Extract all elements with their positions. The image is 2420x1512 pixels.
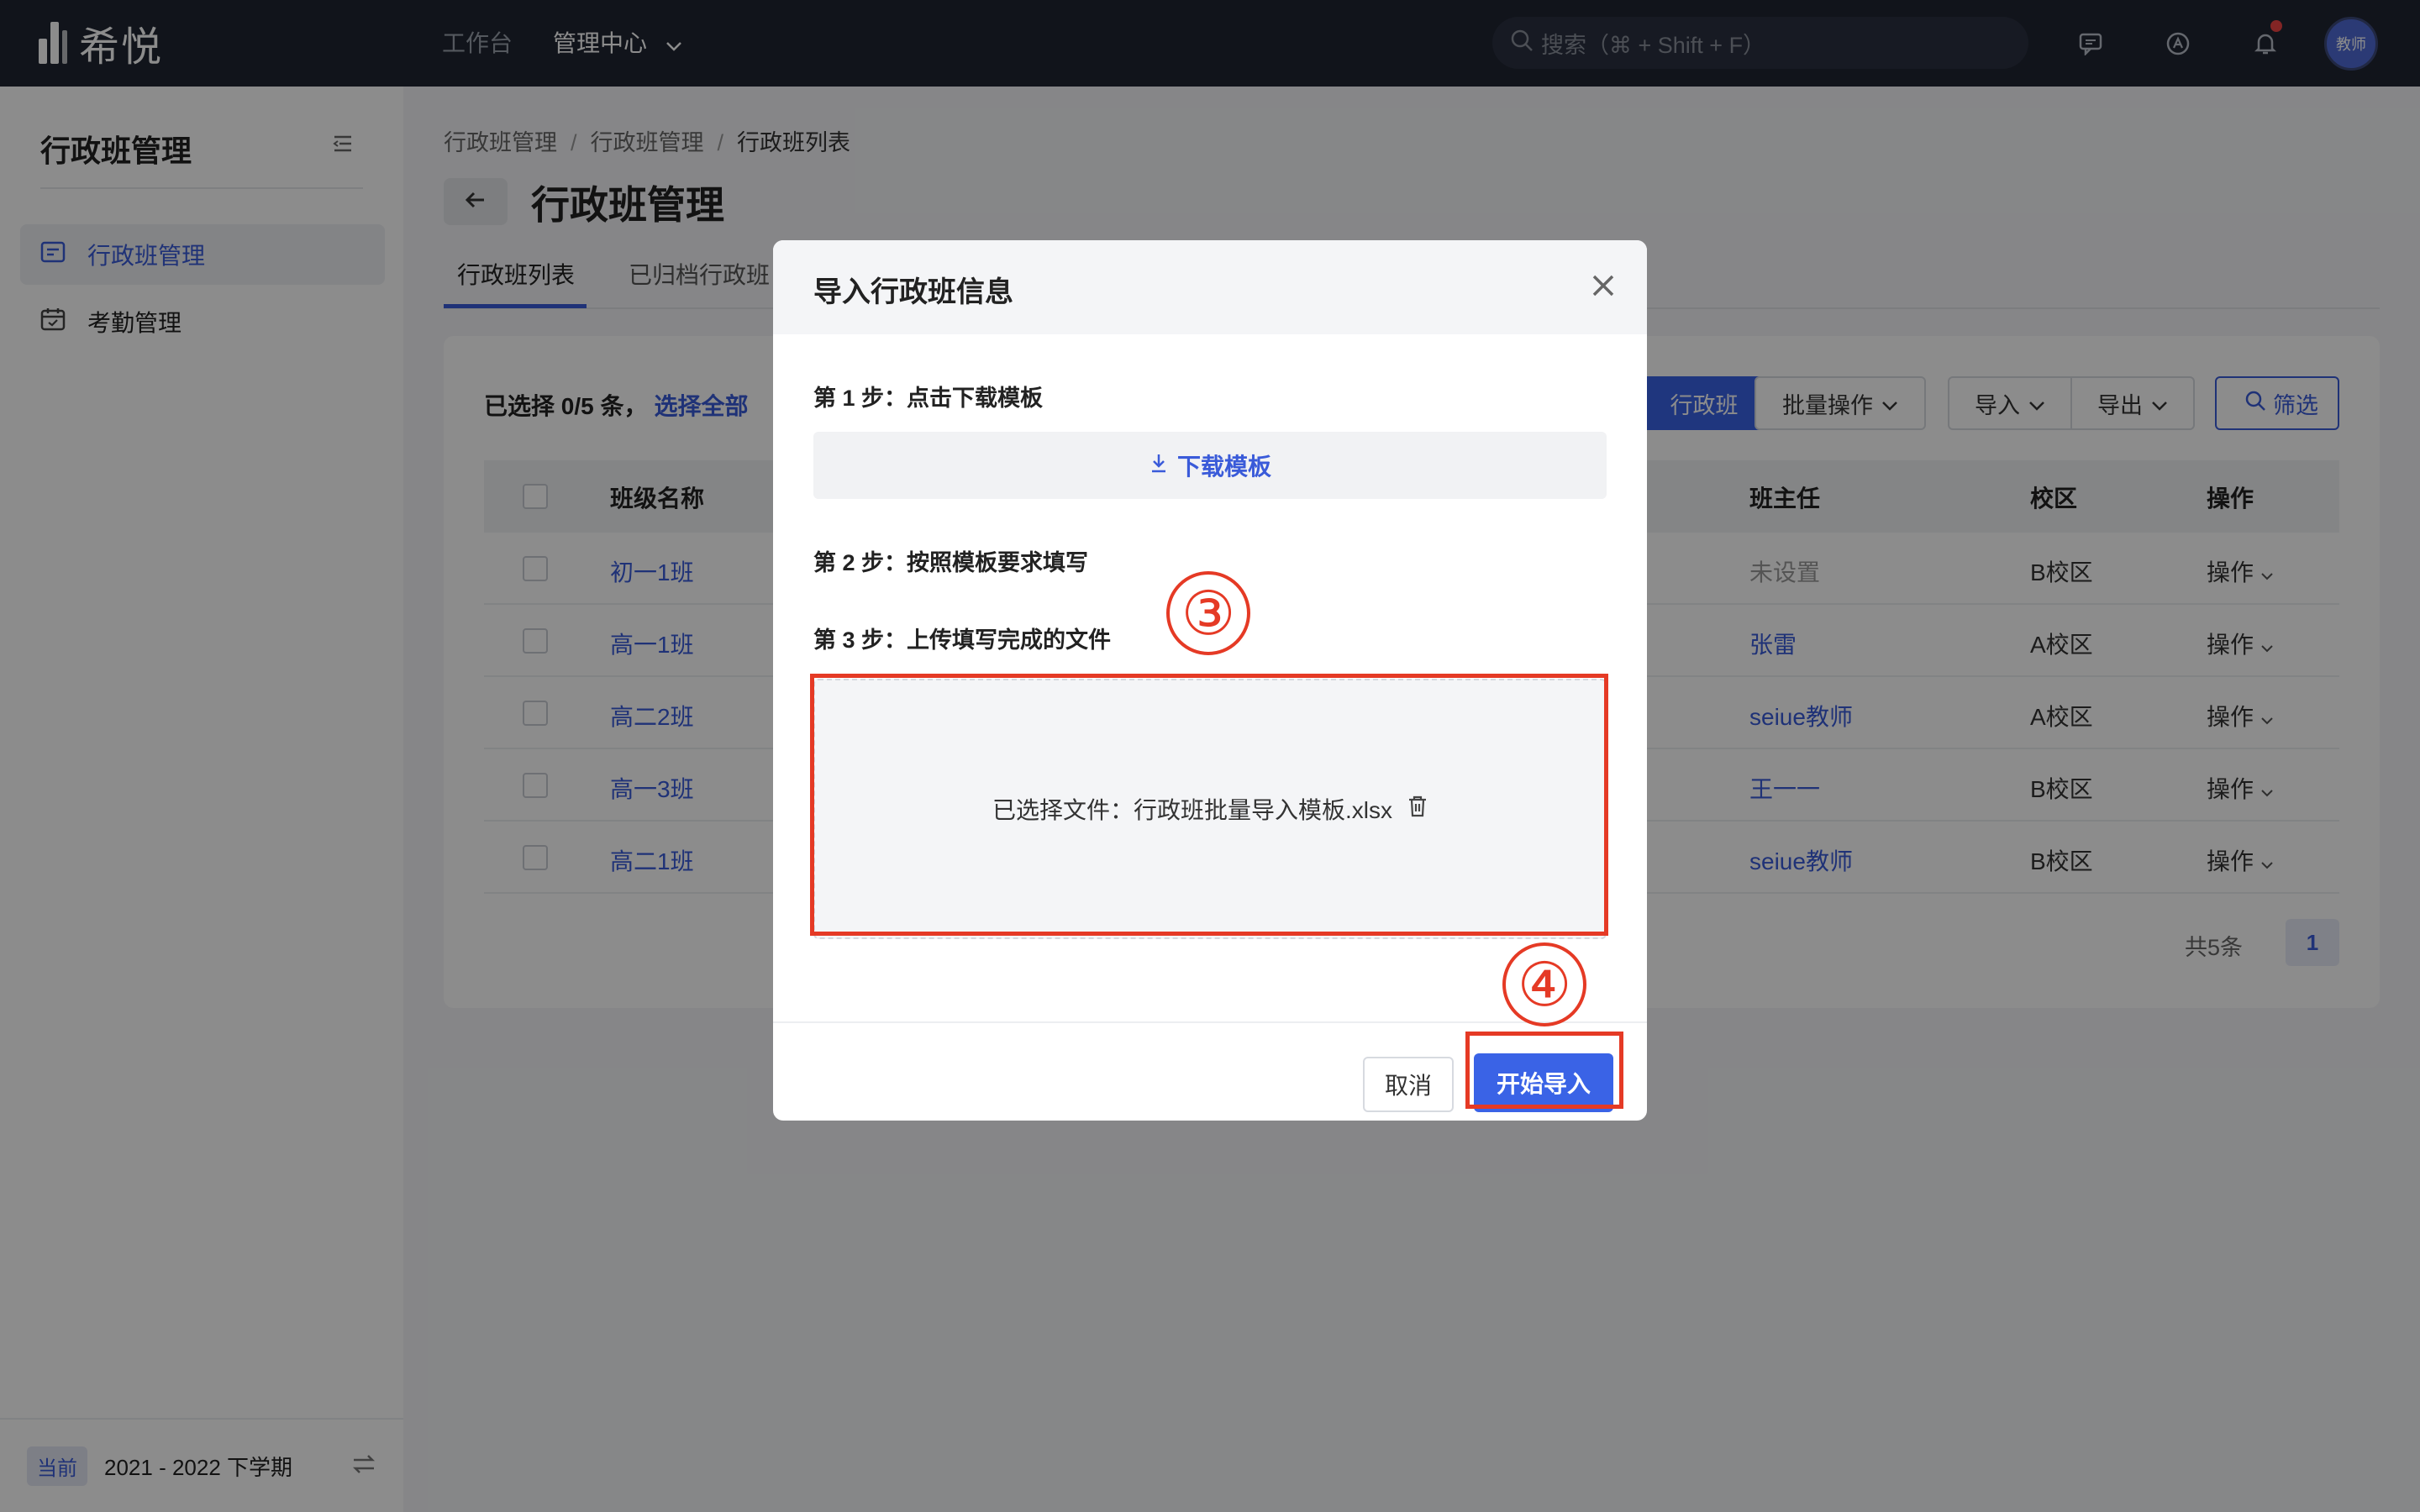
cancel-button[interactable]: 取消 [1363,1057,1454,1112]
step-3-label: 第 3 步：上传填写完成的文件 [813,627,1112,653]
download-icon [1149,452,1177,480]
dialog-title: 导入行政班信息 [813,276,1013,308]
download-template-button[interactable]: 下载模板 [813,432,1607,499]
step-2-label: 第 2 步：按照模板要求填写 [813,550,1089,575]
annotation-step-4-marker: ④ [1502,942,1586,1026]
download-template-label: 下载模板 [1176,454,1271,480]
step-1-label: 第 1 步：点击下载模板 [813,386,1044,411]
close-icon[interactable] [1583,265,1623,306]
dialog-header: 导入行政班信息 [773,240,1647,334]
annotation-start-button-highlight [1465,1032,1623,1109]
annotation-step-3-marker: ③ [1166,571,1250,655]
annotation-upload-highlight [810,674,1608,936]
